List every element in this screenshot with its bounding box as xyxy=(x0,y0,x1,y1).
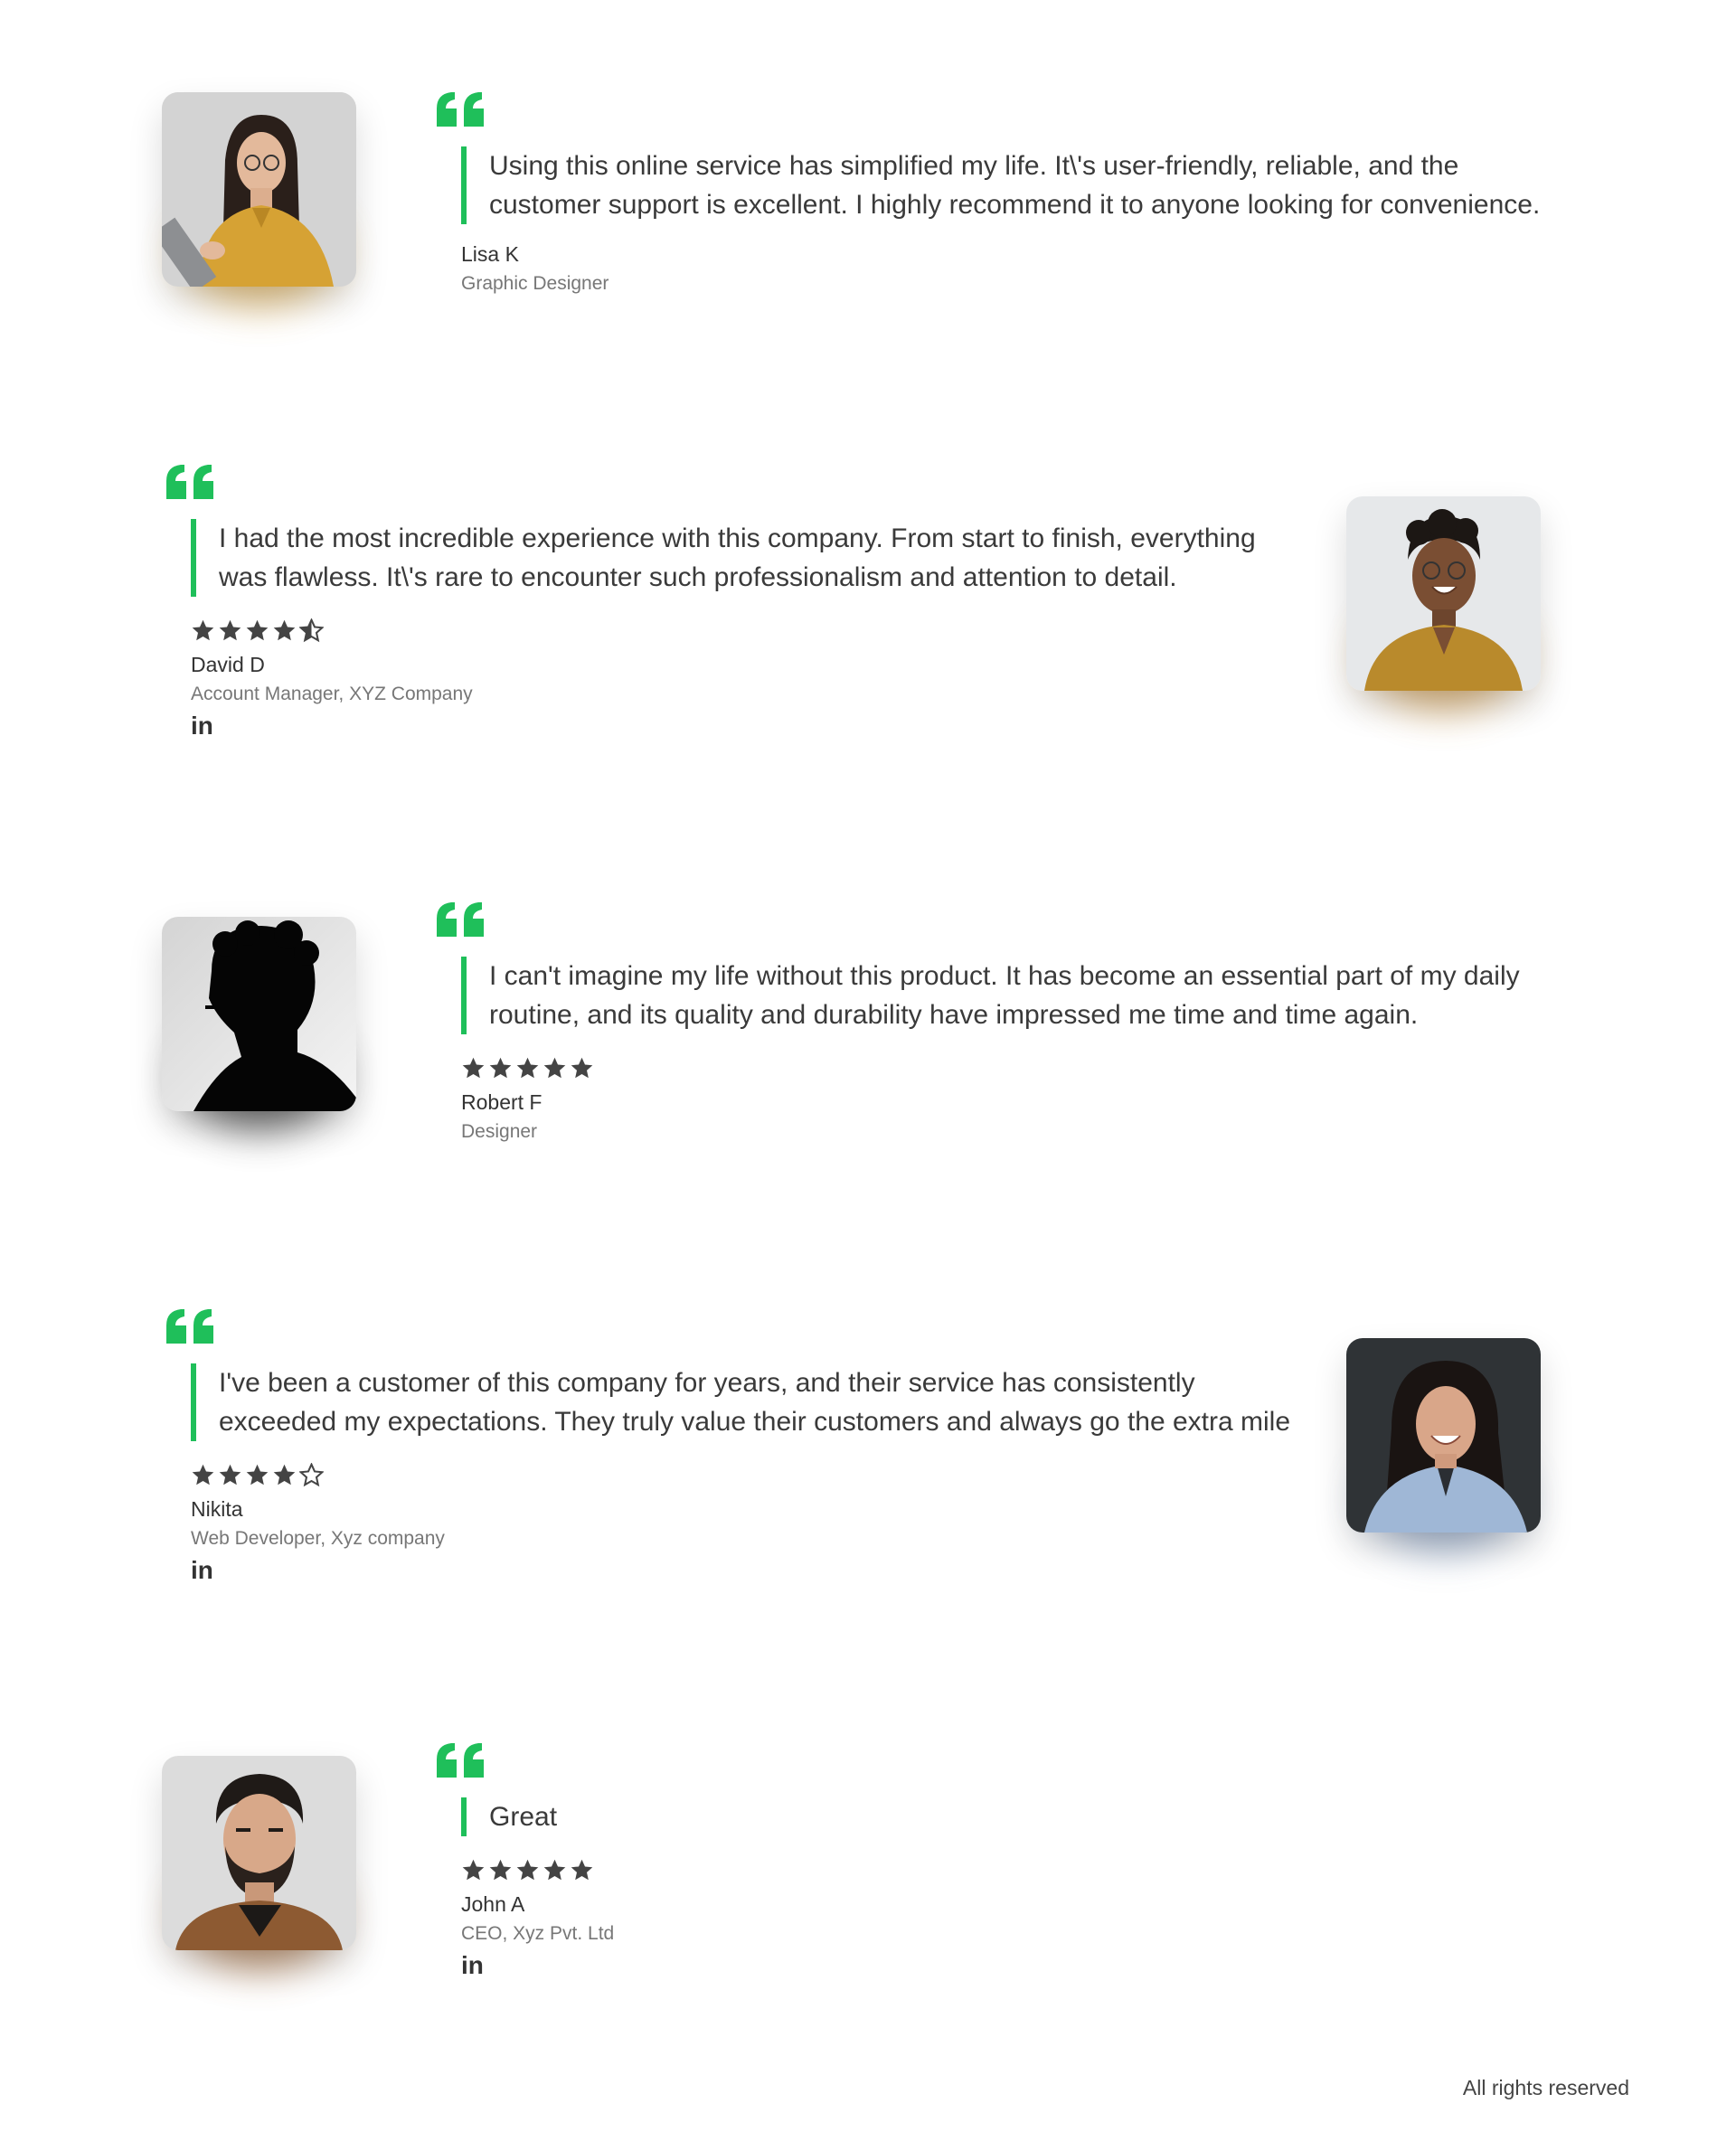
quote-icon xyxy=(437,902,484,937)
star-full-icon xyxy=(571,1859,593,1880)
testimonial-photo xyxy=(162,1756,356,1968)
star-rating xyxy=(191,1461,1304,1488)
testimonial-content: Using this online service has simplified… xyxy=(435,90,1574,297)
author-title: Graphic Designer xyxy=(461,273,609,294)
star-full-icon xyxy=(192,619,214,640)
linkedin-icon[interactable]: in xyxy=(191,1557,222,1584)
star-full-icon xyxy=(219,619,241,640)
author-title: Web Developer, Xyz company xyxy=(191,1528,445,1549)
avatar xyxy=(162,1756,356,1950)
star-full-icon xyxy=(219,1464,241,1485)
testimonial-photo xyxy=(1346,496,1541,709)
star-full-icon xyxy=(462,1057,485,1078)
avatar-woman-laughing-icon xyxy=(1346,1338,1541,1533)
testimonial-content: I can't imagine my life without this pro… xyxy=(435,901,1574,1145)
avatar xyxy=(162,92,356,287)
footer-copyright: All rights reserved xyxy=(1462,2076,1629,2099)
star-rating xyxy=(191,617,1304,644)
testimonial-quote: Great xyxy=(461,1797,1574,1836)
testimonial-photo xyxy=(162,92,356,305)
quote-icon xyxy=(437,1743,484,1778)
quote-icon xyxy=(166,465,213,499)
avatar-woman-tablet-icon xyxy=(162,92,356,287)
quote-icon xyxy=(437,92,484,127)
author-name: Nikita xyxy=(191,1497,243,1521)
star-full-icon xyxy=(462,1859,485,1880)
star-full-icon xyxy=(273,619,296,640)
star-full-icon xyxy=(246,619,269,640)
testimonials-page: Using this online service has simplified… xyxy=(0,0,1736,2141)
avatar xyxy=(1346,1338,1541,1533)
author-name: Robert F xyxy=(461,1090,542,1114)
star-half-icon xyxy=(299,618,324,642)
author-name: Lisa K xyxy=(461,242,519,266)
testimonial-quote: I had the most incredible experience wit… xyxy=(191,519,1258,597)
author-title: Account Manager, XYZ Company xyxy=(191,684,473,704)
star-full-icon xyxy=(543,1057,566,1078)
author-title: CEO, Xyz Pvt. Ltd xyxy=(461,1923,615,1944)
avatar xyxy=(162,917,356,1111)
linkedin-icon[interactable]: in xyxy=(461,1952,492,1979)
testimonial-content: I've been a customer of this company for… xyxy=(165,1307,1304,1584)
star-full-icon xyxy=(543,1859,566,1880)
star-full-icon xyxy=(489,1057,512,1078)
star-full-icon xyxy=(571,1057,593,1078)
author-name: David D xyxy=(191,653,265,676)
testimonial-quote: Using this online service has simplified… xyxy=(461,146,1574,224)
avatar xyxy=(1346,496,1541,691)
star-empty-icon xyxy=(299,1462,324,1486)
quote-icon xyxy=(166,1309,213,1344)
star-full-icon xyxy=(489,1859,512,1880)
star-full-icon xyxy=(516,1859,539,1880)
star-rating xyxy=(461,1856,1574,1883)
testimonial-content: I had the most incredible experience wit… xyxy=(165,463,1304,740)
linkedin-icon[interactable]: in xyxy=(191,712,222,740)
avatar-woman-smiling-icon xyxy=(1346,496,1541,691)
star-full-icon xyxy=(516,1057,539,1078)
testimonial-photo xyxy=(162,917,356,1129)
star-rating xyxy=(461,1054,1574,1081)
avatar-bearded-man-icon xyxy=(162,1756,356,1950)
star-full-icon xyxy=(273,1464,296,1485)
avatar-silhouette-icon xyxy=(162,917,356,1111)
star-full-icon xyxy=(192,1464,214,1485)
testimonial-quote: I've been a customer of this company for… xyxy=(191,1363,1303,1441)
testimonial-photo xyxy=(1346,1338,1541,1551)
author-title: Designer xyxy=(461,1121,538,1142)
testimonial-content: Great John A CEO, Xyz Pvt. Ltd in xyxy=(435,1741,1574,1979)
star-full-icon xyxy=(246,1464,269,1485)
author-name: John A xyxy=(461,1892,525,1916)
testimonial-quote: I can't imagine my life without this pro… xyxy=(461,957,1546,1034)
